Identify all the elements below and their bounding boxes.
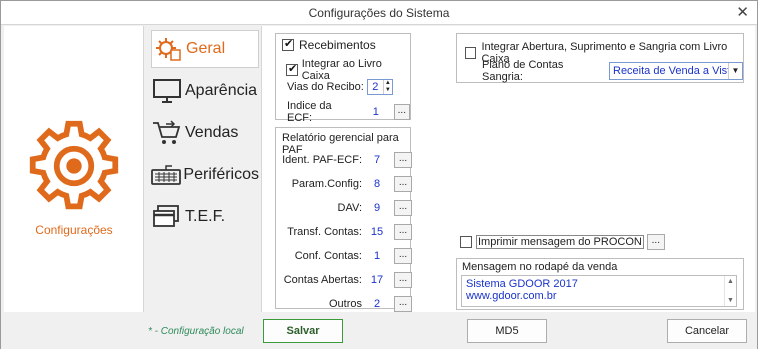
relatorio-row: DAV: 9... [280, 200, 412, 216]
relatorio-row-value: 9 [373, 202, 381, 214]
rodape-line-2: www.gdoor.com.br [466, 290, 557, 302]
recebimentos-checkbox[interactable] [282, 37, 294, 51]
cart-icon [151, 119, 183, 147]
relatorio-browse-button[interactable]: ... [394, 296, 412, 312]
nav-item-perifericos[interactable]: Periféricos [151, 156, 259, 194]
relatorio-row: Conf. Contas: 1... [280, 248, 412, 264]
relatorio-row-value: 15 [370, 226, 384, 238]
nav-item-vendas[interactable]: Vendas [151, 114, 259, 152]
nav-label: Aparência [185, 82, 258, 99]
rodape-line-1: Sistema GDOOR 2017 [466, 278, 578, 290]
nav-label: Vendas [185, 124, 239, 141]
left-panel-label: Configurações [35, 223, 113, 237]
nav-item-tef[interactable]: T.E.F. [151, 198, 259, 236]
sangria-group: Integrar Abertura, Suprimento e Sangria … [456, 33, 744, 83]
relatorio-browse-button[interactable]: ... [394, 152, 412, 168]
rodape-title: Mensagem no rodapé da venda [462, 261, 618, 273]
nav-label: Periféricos [183, 166, 259, 183]
relatorio-browse-button[interactable]: ... [394, 272, 412, 288]
stepper-down-icon[interactable]: ▼ [384, 87, 392, 94]
relatorio-row-label: Contas Abertas: [283, 274, 362, 286]
vias-stepper[interactable]: 2 ▲ ▼ [366, 79, 393, 95]
footer: * - Configuração local Salvar MD5 Cancel… [1, 313, 757, 349]
config-window: Configurações do Sistema ✕ Configurações… [0, 0, 758, 349]
scroll-up-icon[interactable]: ▲ [727, 278, 734, 285]
relatorio-browse-button[interactable]: ... [394, 176, 412, 192]
recebimentos-group: Recebimentos Integrar ao Livro Caixa Via… [275, 33, 411, 124]
relatorio-row: Outros 2... [280, 296, 412, 312]
plano-contas-select[interactable]: Receita de Venda a Vista ▼ [609, 62, 743, 80]
relatorio-row-label: Ident. PAF-ECF: [282, 154, 362, 166]
card-icon [151, 203, 183, 231]
scroll-down-icon[interactable]: ▼ [727, 297, 734, 304]
big-gear-icon [29, 120, 119, 210]
monitor-icon [151, 77, 183, 105]
vias-value: 2 [372, 81, 379, 93]
relatorio-browse-button[interactable]: ... [394, 200, 412, 216]
relatorio-row-label: DAV: [337, 202, 362, 214]
relatorio-row: Param.Config: 8... [280, 176, 412, 192]
integrar-sangria-checkbox[interactable] [465, 47, 477, 59]
plano-contas-label: Plano de Contas Sangria: [482, 59, 564, 83]
relatorio-row-label: Transf. Contas: [287, 226, 362, 238]
local-config-note: * - Configuração local [148, 326, 244, 337]
sidebar-nav: Geral Aparência Vendas Periféricos T.E.F… [149, 26, 261, 312]
gear-icon [152, 35, 184, 63]
plano-contas-value: Receita de Venda a Vista [613, 65, 728, 77]
relatorio-row-value: 1 [373, 250, 381, 262]
indice-value: 1 [372, 106, 379, 118]
left-panel: Configurações [4, 26, 144, 312]
nav-label: Geral [186, 40, 226, 57]
cancelar-button[interactable]: Cancelar [667, 319, 747, 343]
relatorio-row-value: 2 [373, 298, 381, 310]
relatorio-row: Contas Abertas: 17... [280, 272, 412, 288]
close-icon[interactable]: ✕ [736, 3, 749, 21]
stepper-up-icon[interactable]: ▲ [384, 80, 392, 87]
nav-item-geral[interactable]: Geral [151, 30, 259, 68]
relatorio-group: Relatório gerencial para PAF Ident. PAF-… [275, 127, 412, 312]
vias-label: Vias do Recibo: [287, 81, 364, 93]
md5-button[interactable]: MD5 [467, 319, 547, 343]
rodape-group: Mensagem no rodapé da venda Sistema GDOO… [456, 258, 744, 310]
chevron-down-icon[interactable]: ▼ [728, 63, 742, 79]
relatorio-row-label: Outros [328, 298, 362, 310]
indice-label: Indice da ECF: [287, 100, 332, 124]
salvar-button[interactable]: Salvar [263, 319, 343, 343]
window-title: Configurações do Sistema [308, 6, 450, 20]
relatorio-row-label: Conf. Contas: [294, 250, 362, 262]
memo-scrollbar[interactable]: ▲ ▼ [724, 276, 736, 306]
relatorio-browse-button[interactable]: ... [394, 248, 412, 264]
rodape-memo[interactable]: Sistema GDOOR 2017 www.gdoor.com.br ▲ ▼ [461, 275, 737, 307]
relatorio-row: Transf. Contas: 15... [280, 224, 412, 240]
nav-label: T.E.F. [185, 208, 226, 225]
recebimentos-title: Recebimentos [299, 38, 376, 52]
procon-browse-button[interactable]: ... [646, 234, 665, 250]
integrar-livro-caixa-checkbox[interactable] [286, 62, 298, 76]
procon-label: Imprimir mensagem do PROCON [476, 235, 644, 249]
relatorio-row-label: Param.Config: [291, 178, 362, 190]
relatorio-row: Ident. PAF-ECF: 7... [280, 152, 412, 168]
relatorio-row-value: 8 [373, 178, 381, 190]
indice-browse-button[interactable]: ... [393, 104, 410, 120]
nav-item-aparencia[interactable]: Aparência [151, 72, 259, 110]
title-bar: Configurações do Sistema ✕ [1, 1, 757, 25]
relatorio-row-value: 7 [373, 154, 381, 166]
keyboard-icon [151, 161, 182, 189]
procon-checkbox[interactable] [460, 236, 472, 248]
content-area: Recebimentos Integrar ao Livro Caixa Via… [261, 26, 755, 312]
relatorio-row-value: 17 [370, 274, 384, 286]
relatorio-browse-button[interactable]: ... [394, 224, 412, 240]
